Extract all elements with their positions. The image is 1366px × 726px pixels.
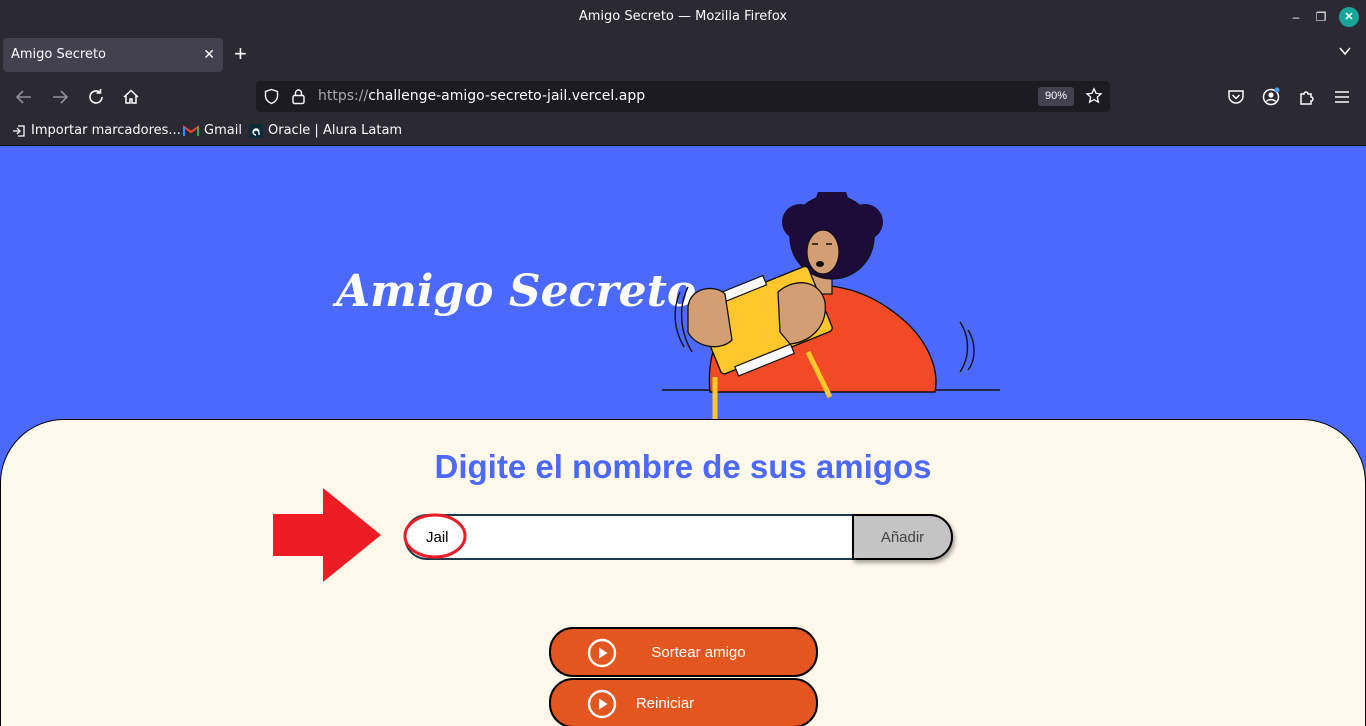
bookmark-star-icon[interactable] <box>1085 87 1103 105</box>
reload-icon[interactable] <box>85 86 107 108</box>
annotation-arrow-icon <box>273 488 381 582</box>
bookmark-label: Oracle | Alura Latam <box>268 123 403 138</box>
tab-amigo-secreto[interactable]: Amigo Secreto ✕ <box>3 38 223 72</box>
page-content: Amigo Secreto Digite el nombre de sus am… <box>0 146 1366 726</box>
bookmarks-toolbar: Importar marcadores... Gmail Oracle | Al… <box>0 118 1366 146</box>
friends-form-panel: Digite el nombre de sus amigos Añadir So… <box>0 419 1366 726</box>
close-window-icon[interactable]: ✕ <box>1339 7 1359 27</box>
url-host: challenge-amigo-secreto-jail.vercel.app <box>368 88 646 104</box>
maximize-icon[interactable]: ❐ <box>1311 7 1331 27</box>
forward-icon[interactable] <box>49 86 71 108</box>
draw-friend-button[interactable]: Sortear amigo <box>549 627 818 677</box>
bookmark-label: Gmail <box>204 123 242 138</box>
name-input-group: Añadir <box>404 514 953 560</box>
bookmark-import[interactable]: Importar marcadores... <box>12 123 181 138</box>
url-text[interactable]: https://challenge-amigo-secreto-jail.ver… <box>318 88 645 104</box>
page-title: Amigo Secreto <box>336 266 697 317</box>
bookmark-alura[interactable]: Oracle | Alura Latam <box>249 123 402 138</box>
back-icon[interactable] <box>13 86 35 108</box>
window-titlebar: Amigo Secreto — Mozilla Firefox – ❐ ✕ <box>0 0 1366 34</box>
url-bar[interactable]: https://challenge-amigo-secreto-jail.ver… <box>256 81 1110 112</box>
bookmark-gmail[interactable]: Gmail <box>183 123 242 138</box>
gmail-icon <box>183 124 199 136</box>
extensions-icon[interactable] <box>1296 86 1318 108</box>
import-icon <box>13 124 25 137</box>
url-scheme: https:// <box>318 88 369 104</box>
zoom-level-badge[interactable]: 90% <box>1038 87 1074 106</box>
chevron-down-icon[interactable] <box>1338 44 1352 58</box>
tab-close-icon[interactable]: ✕ <box>203 46 215 63</box>
navigation-toolbar: https://challenge-amigo-secreto-jail.ver… <box>0 76 1366 118</box>
add-friend-button[interactable]: Añadir <box>852 514 953 560</box>
menu-icon[interactable] <box>1331 86 1353 108</box>
minimize-icon[interactable]: – <box>1286 7 1306 27</box>
account-icon[interactable] <box>1260 86 1282 108</box>
tab-label: Amigo Secreto <box>11 47 107 62</box>
friend-name-input[interactable] <box>404 514 854 560</box>
annotation-circle-icon <box>403 513 467 559</box>
alura-icon <box>249 123 263 138</box>
form-heading: Digite el nombre de sus amigos <box>434 448 932 485</box>
gamer-illustration <box>662 192 1000 422</box>
bookmark-label: Importar marcadores... <box>31 123 181 138</box>
tab-strip: Amigo Secreto ✕ + <box>0 34 1366 76</box>
home-icon[interactable] <box>120 86 142 108</box>
new-tab-icon[interactable]: + <box>234 42 247 66</box>
reset-label: Reiniciar <box>635 694 695 712</box>
shield-icon[interactable] <box>263 88 280 105</box>
lock-icon[interactable] <box>291 88 306 105</box>
reset-button[interactable]: Reiniciar <box>549 678 818 726</box>
pocket-icon[interactable] <box>1225 86 1247 108</box>
draw-friend-label: Sortear amigo <box>651 643 746 661</box>
window-title: Amigo Secreto — Mozilla Firefox <box>578 9 788 24</box>
